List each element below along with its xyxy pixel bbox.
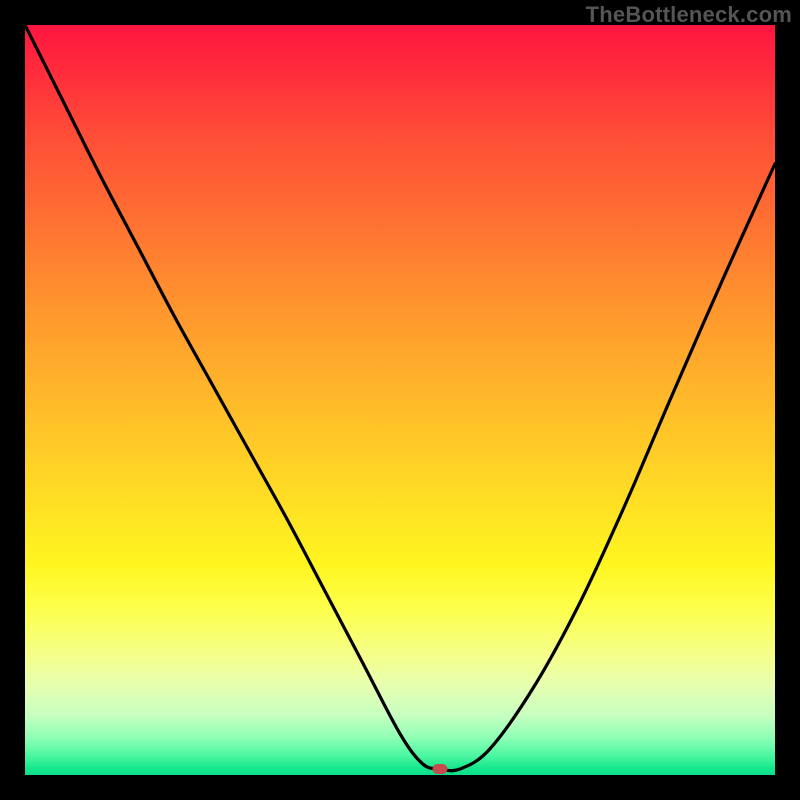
bottleneck-curve [25,25,775,775]
optimal-point-marker [432,764,447,774]
chart-frame: TheBottleneck.com [0,0,800,800]
watermark-text: TheBottleneck.com [586,2,792,28]
plot-area [25,25,775,775]
